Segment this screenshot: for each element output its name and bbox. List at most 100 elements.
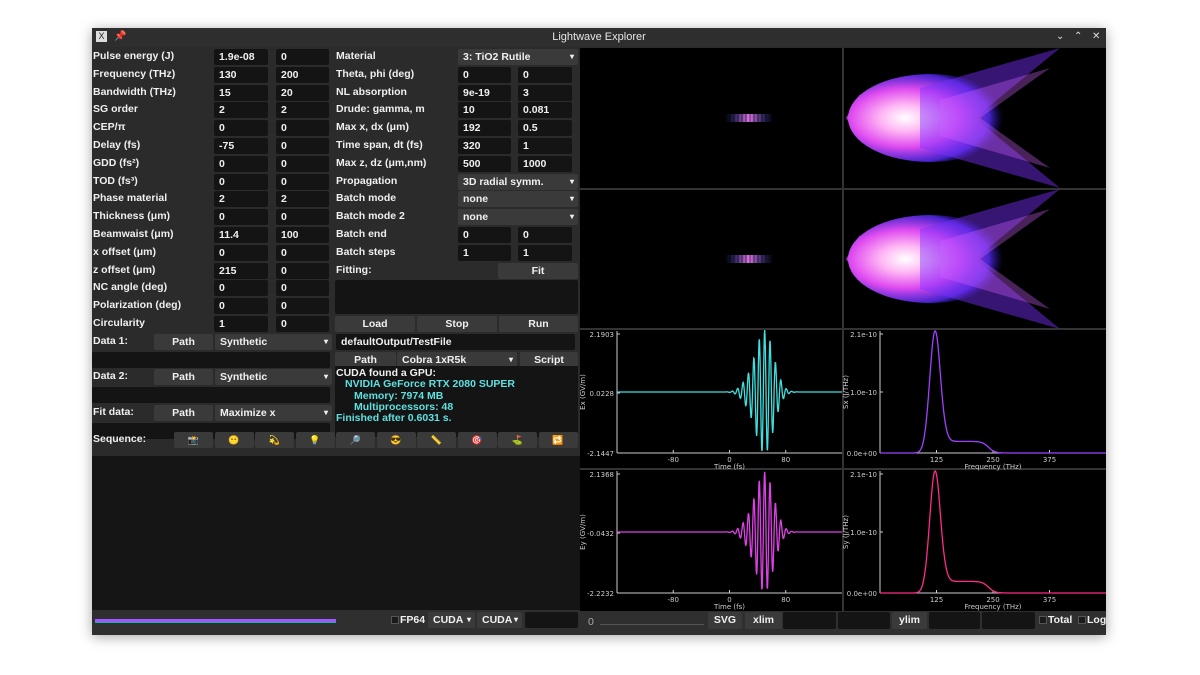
field-value-2[interactable]: 100 <box>276 227 329 243</box>
field-select[interactable]: none ▾ <box>458 209 578 225</box>
fitting-textbox[interactable] <box>335 280 578 314</box>
load-button[interactable]: Load <box>335 316 415 332</box>
field-value-1[interactable]: 9e-19 <box>458 85 511 101</box>
data-source-select[interactable]: Synthetic ▾ <box>215 334 332 350</box>
sequence-pause-face-button[interactable]: 😶 <box>214 432 254 448</box>
secondary-backend-select[interactable]: CUDA ▾ <box>477 612 522 628</box>
close-icon[interactable]: ✕ <box>1092 31 1100 42</box>
sequence-camera-button[interactable]: 📸 <box>174 432 213 448</box>
sequence-repeat-button[interactable]: 🔁 <box>538 432 578 448</box>
x-tick-label: 375 <box>1043 456 1056 464</box>
data-source-select[interactable]: Maximize x ▾ <box>215 405 332 421</box>
field-value-1[interactable]: -75 <box>214 138 268 154</box>
primary-backend-select[interactable]: CUDA ▾ <box>428 612 475 628</box>
sequence-sunglasses-button[interactable]: 😎 <box>376 432 416 448</box>
field-label: Material <box>336 50 376 62</box>
field-value-2[interactable]: 0 <box>276 120 329 136</box>
stop-button[interactable]: Stop <box>417 316 497 332</box>
field-select[interactable]: 3D radial symm. ▾ <box>458 174 578 190</box>
field-value-1[interactable]: 0 <box>214 298 268 314</box>
field-value-1[interactable]: 320 <box>458 138 511 154</box>
xlim-button[interactable]: xlim <box>745 612 782 629</box>
ylim-max-field[interactable] <box>982 612 1035 629</box>
field-value-1[interactable]: 0 <box>214 245 268 261</box>
data-path-button[interactable]: Path <box>154 405 213 421</box>
data-path-button[interactable]: Path <box>154 334 213 350</box>
field-value-1[interactable]: 2 <box>214 102 268 118</box>
maximize-icon[interactable]: ⌃ <box>1074 31 1082 42</box>
minimize-icon[interactable]: ⌄ <box>1056 31 1064 42</box>
ylim-min-field[interactable] <box>929 612 980 629</box>
field-label: Max x, dx (μm) <box>336 121 409 133</box>
field-value-2[interactable]: 0 <box>276 280 329 296</box>
sequence-golf-flag-button[interactable]: ⛳ <box>498 432 537 448</box>
field-value-1[interactable]: 2 <box>214 191 268 207</box>
field-value-1[interactable]: 0 <box>214 156 268 172</box>
field-value-1[interactable]: 0 <box>214 174 268 190</box>
field-value-1[interactable]: 500 <box>458 156 511 172</box>
field-value-2[interactable]: 1 <box>518 245 572 261</box>
sequence-ruler-button[interactable]: 📏 <box>417 432 456 448</box>
total-checkbox[interactable] <box>1039 616 1047 624</box>
field-select[interactable]: 3: TiO2 Rutile ▾ <box>458 49 578 65</box>
field-value-2[interactable]: 0 <box>276 156 329 172</box>
field-value-1[interactable]: 11.4 <box>214 227 268 243</box>
sequence-dizzy-button[interactable]: 💫 <box>255 432 294 448</box>
field-value-1[interactable]: 1 <box>458 245 511 261</box>
field-value-1[interactable]: 0 <box>214 120 268 136</box>
field-value-2[interactable]: 3 <box>518 85 572 101</box>
field-value-2[interactable]: 0 <box>276 209 329 225</box>
field-value-1[interactable]: 1.9e-08 <box>214 49 268 65</box>
field-value-2[interactable]: 1 <box>518 138 572 154</box>
field-value-1[interactable]: 130 <box>214 67 268 83</box>
ylim-button[interactable]: ylim <box>892 612 927 629</box>
field-value-2[interactable]: 2 <box>276 191 329 207</box>
data-path-button[interactable]: Path <box>154 369 213 385</box>
field-value-1[interactable]: 0 <box>458 227 511 243</box>
field-select[interactable]: none ▾ <box>458 191 578 207</box>
field-value-2[interactable]: 0 <box>276 245 329 261</box>
field-value-1[interactable]: 10 <box>458 102 511 118</box>
sequence-editor[interactable] <box>92 456 580 610</box>
field-value-2[interactable]: 0 <box>276 174 329 190</box>
field-value-2[interactable]: 0 <box>276 316 329 332</box>
field-value-2[interactable]: 1000 <box>518 156 572 172</box>
field-value-1[interactable]: 15 <box>214 85 268 101</box>
output-file-field[interactable]: defaultOutput/TestFile <box>336 334 575 350</box>
sequence-target-button[interactable]: 🎯 <box>457 432 497 448</box>
field-value-2[interactable]: 0 <box>518 67 572 83</box>
log-checkbox[interactable] <box>1078 616 1086 624</box>
field-label: z offset (μm) <box>93 264 156 276</box>
field-value-1[interactable]: 0 <box>214 280 268 296</box>
backend-field[interactable] <box>525 612 578 628</box>
field-value-1[interactable]: 215 <box>214 263 268 279</box>
select-value: Cobra 1xR5k <box>402 354 467 366</box>
field-value-1[interactable]: 0 <box>214 209 268 225</box>
field-value-1[interactable]: 192 <box>458 120 511 136</box>
field-label: Propagation <box>336 175 398 187</box>
field-value-2[interactable]: 0 <box>276 263 329 279</box>
data-path-field[interactable] <box>92 352 330 368</box>
fp64-checkbox[interactable] <box>391 616 399 624</box>
field-value-2[interactable]: 0 <box>276 138 329 154</box>
field-value-2[interactable]: 0.081 <box>518 102 572 118</box>
field-value-2[interactable]: 0 <box>518 227 572 243</box>
field-value-2[interactable]: 200 <box>276 67 329 83</box>
xlim-min-field[interactable] <box>783 612 836 629</box>
sequence-magnifier-button[interactable]: 🔎 <box>336 432 375 448</box>
fit-button[interactable]: Fit <box>498 263 578 279</box>
field-value-2[interactable]: 0.5 <box>518 120 572 136</box>
run-button[interactable]: Run <box>499 316 578 332</box>
field-value-2[interactable]: 0 <box>276 298 329 314</box>
data-path-field[interactable] <box>92 387 330 403</box>
field-value-2[interactable]: 2 <box>276 102 329 118</box>
svg-button[interactable]: SVG <box>708 612 742 629</box>
data-source-select[interactable]: Synthetic ▾ <box>215 369 332 385</box>
sequence-light-bulb-button[interactable]: 💡 <box>295 432 335 448</box>
xlim-max-field[interactable] <box>838 612 890 629</box>
field-value-2[interactable]: 20 <box>276 85 329 101</box>
field-value-1[interactable]: 0 <box>458 67 511 83</box>
field-value-1[interactable]: 1 <box>214 316 268 332</box>
field-value-2[interactable]: 0 <box>276 49 329 65</box>
slider-track[interactable] <box>600 624 704 625</box>
